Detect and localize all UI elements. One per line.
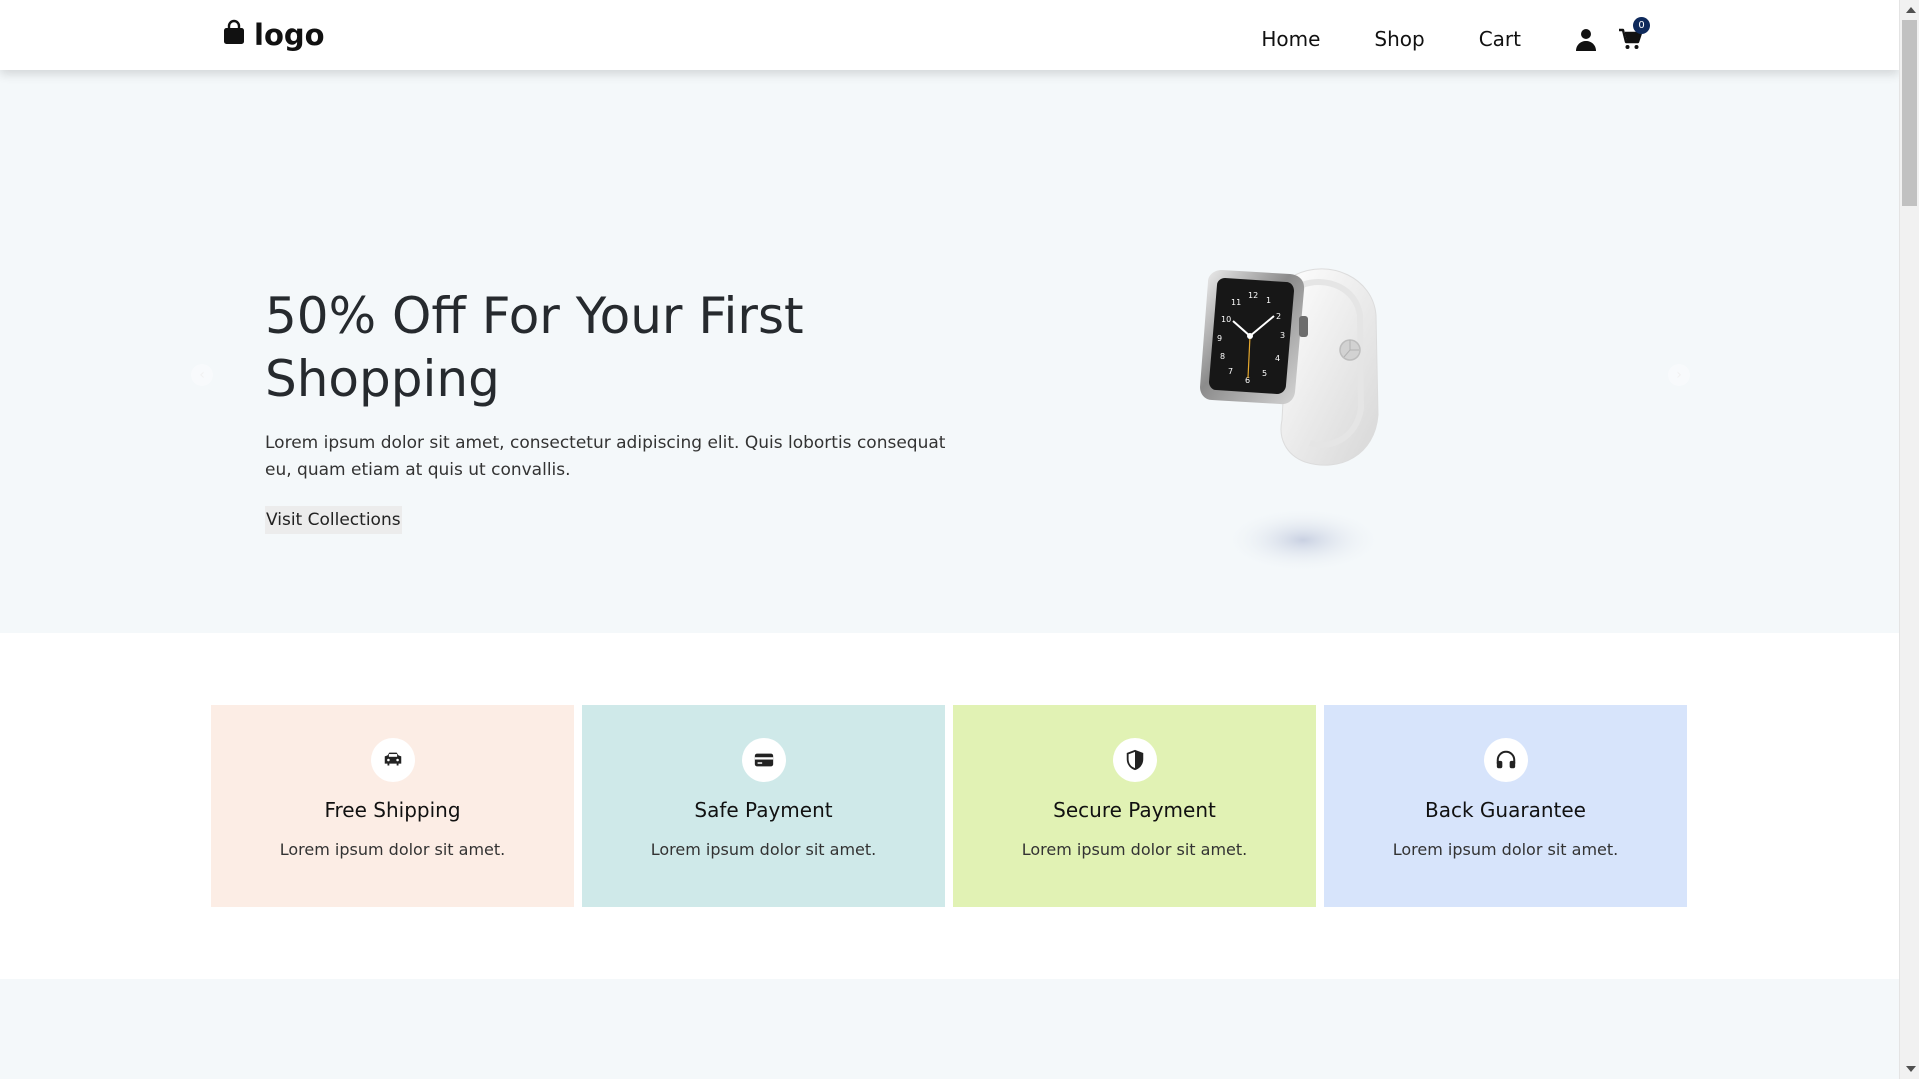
hero-description: Lorem ipsum dolor sit amet, consectetur … [265, 433, 946, 480]
feature-title: Back Guarantee [1425, 798, 1586, 822]
feature-card-back-guarantee: Back Guarantee Lorem ipsum dolor sit ame… [1324, 705, 1687, 907]
feature-card-safe-payment: Safe Payment Lorem ipsum dolor sit amet. [582, 705, 945, 907]
svg-text:1: 1 [1266, 296, 1271, 305]
feature-text: Lorem ipsum dolor sit amet. [279, 840, 506, 859]
svg-text:4: 4 [1275, 354, 1280, 363]
cart-count-badge: 0 [1633, 17, 1650, 34]
feature-text: Lorem ipsum dolor sit amet. [1021, 840, 1248, 859]
headphones-icon [1483, 738, 1528, 782]
cart-icon[interactable]: 0 [1617, 17, 1650, 54]
features-grid: Free Shipping Lorem ipsum dolor sit amet… [211, 705, 1689, 907]
visit-collections-button[interactable]: Visit Collections [265, 506, 402, 534]
scroll-up-button[interactable] [1906, 7, 1916, 13]
main-nav: Home Shop Cart 0 [1261, 17, 1650, 59]
feature-title: Secure Payment [1053, 798, 1216, 822]
features-section: Free Shipping Lorem ipsum dolor sit amet… [0, 633, 1899, 979]
page: logo Home Shop Cart 0 ‹ 50% Off For Your… [0, 0, 1899, 1079]
svg-text:3: 3 [1280, 331, 1285, 340]
svg-text:2: 2 [1276, 312, 1281, 321]
shopping-bag-icon [222, 18, 246, 52]
svg-text:10: 10 [1221, 315, 1231, 324]
svg-text:9: 9 [1217, 334, 1222, 343]
scroll-down-button[interactable] [1906, 1066, 1916, 1072]
user-icon[interactable] [1573, 24, 1599, 54]
feature-text: Lorem ipsum dolor sit amet. [1392, 840, 1619, 859]
nav-shop-link[interactable]: Shop [1374, 19, 1424, 59]
nav-home-link[interactable]: Home [1261, 19, 1320, 59]
svg-text:7: 7 [1228, 367, 1233, 376]
scroll-thumb[interactable] [1902, 20, 1917, 206]
site-header: logo Home Shop Cart 0 [0, 0, 1899, 70]
credit-card-icon [741, 738, 786, 782]
hero-carousel: ‹ 50% Off For Your First Shopping Lorem … [0, 70, 1899, 633]
svg-text:5: 5 [1262, 369, 1267, 378]
svg-text:11: 11 [1231, 298, 1241, 307]
smartwatch-image: 12 3 6 9 1 2 4 5 7 8 10 11 [1190, 240, 1400, 600]
logo-text: logo [254, 18, 325, 52]
feature-title: Safe Payment [694, 798, 833, 822]
logo[interactable]: logo [222, 18, 325, 52]
feature-card-free-shipping: Free Shipping Lorem ipsum dolor sit amet… [211, 705, 574, 907]
carousel-prev-button[interactable]: ‹ [191, 364, 213, 386]
feature-text: Lorem ipsum dolor sit amet. [650, 840, 877, 859]
car-icon [370, 738, 415, 782]
shield-icon [1112, 738, 1157, 782]
svg-text:12: 12 [1248, 291, 1258, 300]
svg-text:8: 8 [1220, 352, 1225, 361]
carousel-next-button[interactable]: › [1668, 364, 1690, 386]
hero-title: 50% Off For Your First Shopping [265, 287, 804, 408]
feature-title: Free Shipping [324, 798, 461, 822]
next-section [0, 979, 1899, 1079]
vertical-scrollbar[interactable] [1899, 0, 1919, 1079]
feature-card-secure-payment: Secure Payment Lorem ipsum dolor sit ame… [953, 705, 1316, 907]
nav-cart-link[interactable]: Cart [1479, 19, 1521, 59]
